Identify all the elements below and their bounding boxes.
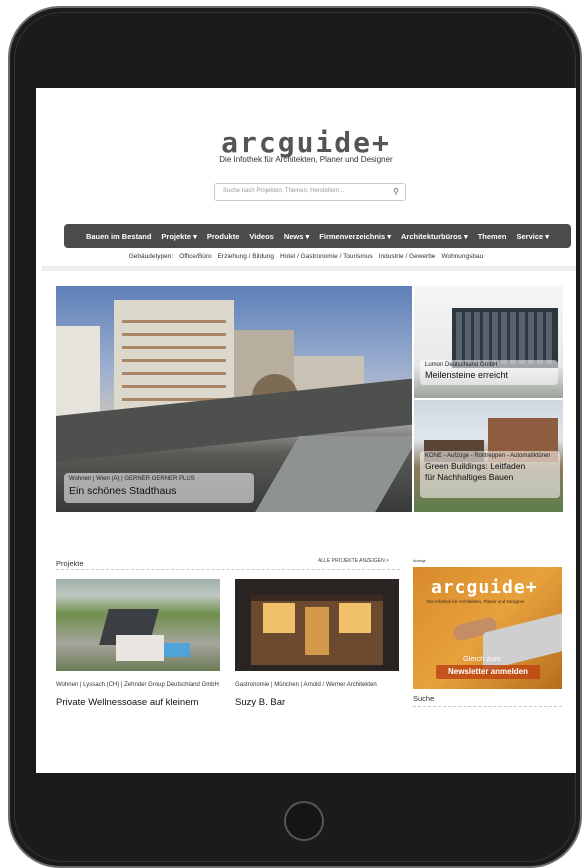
hero-image-canal [252, 436, 412, 512]
nav-item-architekturbueros[interactable]: Architekturbüros ▾ [401, 232, 468, 241]
nav-item-bauen-im-bestand[interactable]: Bauen im Bestand [86, 232, 151, 241]
nav-item-service[interactable]: Service ▾ [516, 232, 549, 241]
bar-door [305, 607, 329, 655]
newsletter-signup-button[interactable]: Newsletter anmelden [436, 665, 540, 679]
side1-meta: Lumon Deutschland GmbH [425, 362, 498, 368]
hero-main-teaser[interactable]: Wohnen | Wien (A) | GERNER GERNER PLUS E… [56, 286, 412, 512]
search-placeholder: Suche nach Projekten, Themen, Hersteller… [223, 188, 345, 194]
side2-title-line-2[interactable]: für Nachhaltiges Bauen [425, 472, 555, 482]
building-types-nav: Gebäudetypen: Office/Büro Erziehung / Bi… [36, 253, 576, 260]
search-input[interactable]: Suche nach Projekten, Themen, Hersteller… [214, 183, 406, 201]
side1-caption: Lumon Deutschland GmbH Meilensteine erre… [420, 360, 558, 385]
subnav-item-education[interactable]: Erziehung / Bildung [218, 253, 274, 260]
nav-item-themen[interactable]: Themen [478, 232, 507, 241]
nav-item-videos[interactable]: Videos [249, 232, 273, 241]
nav-item-projekte[interactable]: Projekte ▾ [161, 232, 196, 241]
side1-title[interactable]: Meilensteine erreicht [425, 370, 553, 380]
bar-window [263, 603, 295, 633]
project-card-meta-1: Wohnen | Lyssach (CH) | Zehnder Group De… [56, 682, 219, 688]
project-card-meta-2: Gastronomie | München | Arnold / Werner … [235, 682, 377, 688]
projects-heading: Projekte [56, 559, 84, 568]
newsletter-ad-banner[interactable]: arcguide+ Die Infothek für Architekten, … [413, 567, 562, 689]
house-body [116, 635, 164, 661]
hero-main-meta: Wohnen | Wien (A) | GERNER GERNER PLUS [69, 476, 195, 482]
sidebar-search-heading: Suche [413, 694, 435, 703]
ad-subtitle: Die Infothek für Architekten, Planer und… [427, 599, 525, 604]
project-card-image-2[interactable] [235, 579, 399, 671]
nav-item-firmenverzeichnis[interactable]: Firmenverzeichnis ▾ [319, 232, 391, 241]
site-tagline: Die Infothek für Architekten, Planer und… [219, 155, 393, 164]
subnav-item-housing[interactable]: Wohnungsbau [441, 253, 483, 260]
ad-logo: arcguide+ [431, 577, 538, 598]
divider [42, 266, 576, 271]
side1-image-building [452, 308, 558, 368]
home-button[interactable] [284, 801, 324, 841]
subnav-item-office[interactable]: Office/Büro [179, 253, 211, 260]
hero-side-teaser-1[interactable]: Lumon Deutschland GmbH Meilensteine erre… [414, 286, 563, 398]
nav-item-news[interactable]: News ▾ [284, 232, 309, 241]
hero-main-title[interactable]: Ein schönes Stadthaus [69, 485, 249, 497]
building-types-label: Gebäudetypen: [128, 253, 174, 260]
project-card-image-1[interactable] [56, 579, 220, 671]
main-navigation: Bauen im Bestand Projekte ▾ Produkte Vid… [64, 224, 571, 248]
sidebar-divider [413, 706, 562, 707]
side2-meta: KONE - Aufzüge - Rolltreppen - Automatik… [425, 453, 551, 459]
projects-divider [56, 569, 400, 570]
ad-label: Anzeige [413, 559, 426, 563]
ad-cta-line-1: Gleich zum [463, 654, 501, 663]
all-projects-link[interactable]: ALLE PROJEKTE ANZEIGEN > [318, 558, 389, 564]
pool [164, 643, 190, 657]
bar-window [339, 603, 371, 633]
subnav-item-hotel[interactable]: Hotel / Gastronomie / Tourismus [280, 253, 373, 260]
browser-screen: arcguide+ Die Infothek für Architekten, … [36, 88, 576, 773]
side2-title-line-1[interactable]: Green Buildings: Leitfaden [425, 461, 555, 471]
subnav-item-industry[interactable]: Industrie / Gewerbe [379, 253, 436, 260]
hero-side-teaser-2[interactable]: KONE - Aufzüge - Rolltreppen - Automatik… [414, 400, 563, 512]
project-card-title-2[interactable]: Suzy B. Bar [235, 697, 285, 708]
nav-item-produkte[interactable]: Produkte [207, 232, 240, 241]
side2-caption: KONE - Aufzüge - Rolltreppen - Automatik… [420, 451, 560, 498]
search-icon[interactable]: ⚲ [393, 187, 399, 196]
hero-main-caption: Wohnen | Wien (A) | GERNER GERNER PLUS E… [64, 473, 254, 503]
project-card-title-1[interactable]: Private Wellnessoase auf kleinem [56, 697, 198, 708]
